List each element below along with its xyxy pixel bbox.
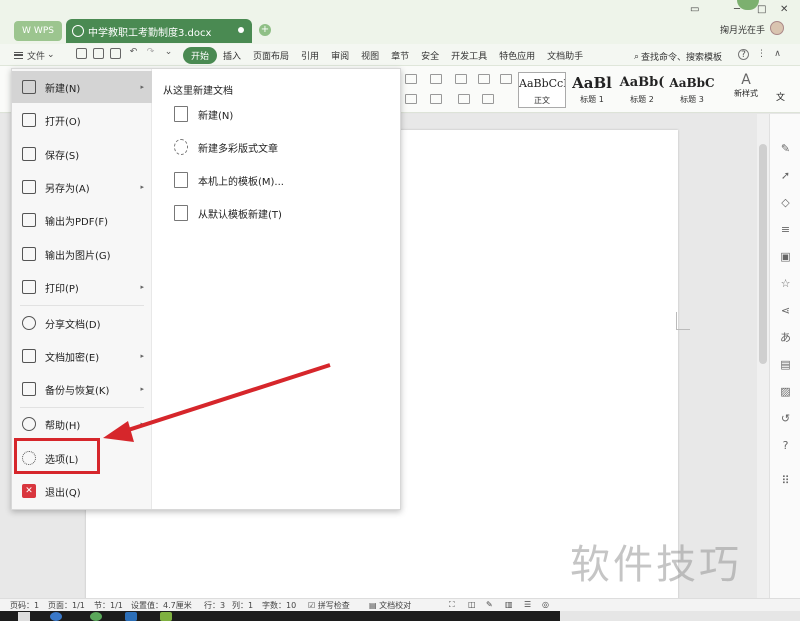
annotation-arrow bbox=[103, 363, 331, 442]
arrow-shaft bbox=[121, 363, 331, 434]
arrow-head bbox=[103, 421, 134, 442]
